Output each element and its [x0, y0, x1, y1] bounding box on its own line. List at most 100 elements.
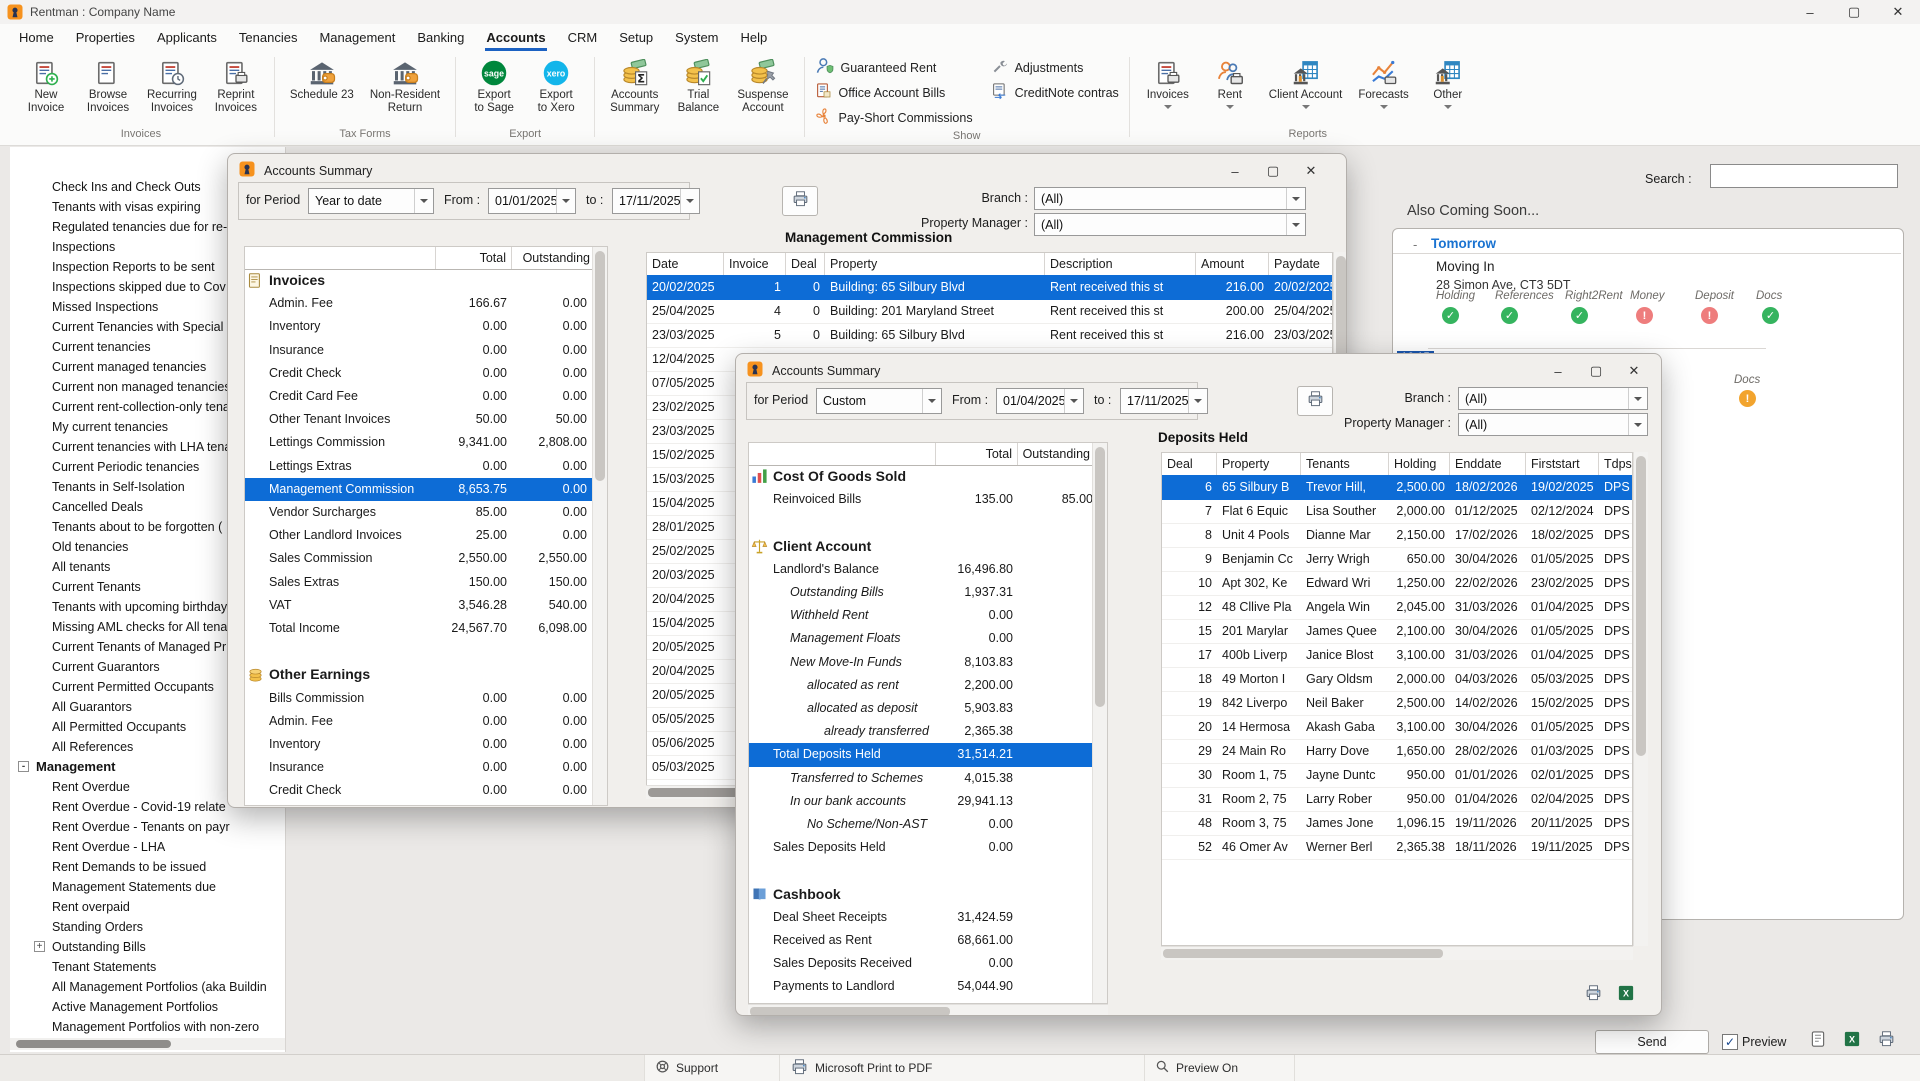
group-collapse-icon[interactable]: - [1413, 237, 1417, 252]
list-row[interactable]: Other Tenant Invoices50.0050.00 [245, 408, 593, 431]
ribbon-button-trial-balance[interactable]: Trial Balance [670, 55, 726, 128]
collapse-icon[interactable]: - [18, 761, 29, 772]
list-row[interactable]: Inventory0.000.00 [245, 733, 593, 756]
deposits-table-row[interactable]: 9Benjamin CcJerry Wrigh650.0030/04/20260… [1162, 547, 1632, 572]
sidebar-item-rent-demands-to-be-issued[interactable]: Rent Demands to be issued [10, 857, 285, 877]
back-list-vscrollbar[interactable] [592, 247, 607, 805]
deposits-table-row[interactable]: 665 Silbury BTrevor Hill,2,500.0018/02/2… [1162, 475, 1632, 500]
deposits-col-firststart[interactable]: Firststart [1526, 453, 1599, 475]
list-row[interactable]: Landlord's Balance16,496.80 [749, 558, 1093, 581]
list-row[interactable]: No Scheme/Non-AST0.00 [749, 813, 1093, 836]
list-section-row[interactable]: Invoices [245, 269, 593, 292]
deposits-vscrollbar[interactable] [1633, 452, 1648, 946]
list-section-row[interactable]: Cost Of Goods Sold [749, 465, 1093, 488]
ribbon-button-adjustments[interactable]: Adjustments [991, 57, 1119, 78]
list-row[interactable]: Outstanding Bills1,937.31 [749, 581, 1093, 604]
list-row[interactable]: Insurance0.000.00 [245, 339, 593, 362]
ribbon-button-client-account[interactable]: Client Account [1264, 55, 1348, 128]
deposits-col-holding[interactable]: Holding [1389, 453, 1450, 475]
front-close-button[interactable]: ✕ [1615, 358, 1653, 384]
ribbon-button-invoices[interactable]: Invoices [1140, 55, 1196, 128]
list-section-row[interactable]: Other Earnings [245, 663, 593, 686]
back-col-outstanding[interactable]: Outstanding [511, 247, 595, 269]
deposits-col-tenants[interactable]: Tenants [1301, 453, 1389, 475]
back-list-vscroll-thumb[interactable] [595, 251, 605, 481]
list-row[interactable]: Sales Commission2,550.002,550.00 [245, 547, 593, 570]
ribbon-button-reprint-invoices[interactable]: Reprint Invoices [208, 55, 264, 128]
ribbon-button-browse-invoices[interactable]: Browse Invoices [80, 55, 136, 128]
list-row[interactable]: New Move-In Funds8,103.83 [749, 651, 1093, 674]
mgmt-table-row[interactable]: 23/03/202550Building: 65 Silbury BlvdRen… [647, 323, 1332, 348]
front-list-vscroll-thumb[interactable] [1095, 447, 1105, 707]
list-row[interactable]: Bills Commission0.000.00 [245, 687, 593, 710]
list-row[interactable]: Lettings Commission9,341.002,808.00 [245, 431, 593, 454]
sidebar-item-management-statements-due[interactable]: Management Statements due [10, 877, 285, 897]
list-row[interactable]: Management Commission8,653.750.00 [245, 478, 593, 501]
mgmt-col-amount[interactable]: Amount [1196, 253, 1269, 275]
deposits-table-row[interactable]: 31Room 2, 75Larry Rober950.0001/04/20260… [1162, 787, 1632, 812]
back-to-date-input[interactable]: 17/11/2025 [612, 188, 700, 214]
notes-button[interactable] [1806, 1030, 1830, 1052]
app-maximize-button[interactable]: ▢ [1832, 0, 1876, 24]
front-list-hscrollbar[interactable] [748, 1004, 1108, 1016]
ribbon-button-other[interactable]: Other [1420, 55, 1476, 128]
list-row[interactable]: Sales Deposits Held0.00 [749, 836, 1093, 859]
menu-item-accounts[interactable]: Accounts [475, 26, 556, 49]
list-row[interactable]: Admin. Fee0.000.00 [245, 710, 593, 733]
status-preview-on[interactable]: Preview On [1145, 1055, 1295, 1081]
front-pm-select[interactable]: (All) [1458, 413, 1648, 436]
ribbon-button-rent[interactable]: Rent [1202, 55, 1258, 128]
list-section-row[interactable]: Cashbook [749, 883, 1093, 906]
deposits-table-row[interactable]: 48Room 3, 75James Jone1,096.1519/11/2026… [1162, 811, 1632, 836]
list-row[interactable]: allocated as deposit5,903.83 [749, 697, 1093, 720]
list-row[interactable]: Admin. Fee166.670.00 [245, 292, 593, 315]
deposits-table-row[interactable]: 30Room 1, 75Jayne Duntc950.0001/01/20260… [1162, 763, 1632, 788]
deposits-table-row[interactable]: 2924 Main RoHarry Dove1,650.0028/02/2026… [1162, 739, 1632, 764]
back-print-button[interactable] [782, 186, 818, 216]
app-close-button[interactable]: ✕ [1876, 0, 1920, 24]
back-maximize-button[interactable]: ▢ [1254, 158, 1292, 184]
list-row[interactable]: VAT3,546.28540.00 [245, 594, 593, 617]
deposits-hscroll-thumb[interactable] [1163, 949, 1443, 958]
mgmt-col-description[interactable]: Description [1045, 253, 1196, 275]
mgmt-col-property[interactable]: Property [825, 253, 1045, 275]
back-close-button[interactable]: ✕ [1292, 158, 1330, 184]
list-row[interactable]: Management Floats0.00 [749, 627, 1093, 650]
list-row[interactable]: Total Income24,567.706,098.00 [245, 617, 593, 640]
list-row[interactable]: Reinvoiced Bills135.0085.00 [749, 488, 1093, 511]
list-row[interactable]: Inventory0.000.00 [245, 315, 593, 338]
front-list-hscroll-thumb[interactable] [750, 1007, 950, 1016]
mgmt-table-row[interactable]: 20/02/202510Building: 65 Silbury BlvdRen… [647, 275, 1332, 300]
list-row[interactable]: already transferred2,365.38 [749, 720, 1093, 743]
deposits-table-row[interactable]: 8Unit 4 PoolsDianne Mar2,150.0017/02/202… [1162, 523, 1632, 548]
front-minimize-button[interactable]: – [1539, 358, 1577, 384]
deposits-table-row[interactable]: 10Apt 302, KeEdward Wri1,250.0022/02/202… [1162, 571, 1632, 596]
ribbon-button-new-invoice[interactable]: New Invoice [18, 55, 74, 128]
deposits-table-row[interactable]: 1849 Morton IGary Oldsm2,000.0004/03/202… [1162, 667, 1632, 692]
menu-item-help[interactable]: Help [730, 26, 779, 49]
ribbon-button-office-account-bills[interactable]: Office Account Bills [815, 82, 973, 103]
deposits-print-button[interactable] [1581, 984, 1605, 1006]
list-row[interactable]: Deal Sheet Receipts31,424.59 [749, 906, 1093, 929]
ribbon-button-schedule-23[interactable]: Schedule 23 [285, 55, 359, 128]
front-from-date-input[interactable]: 01/04/2025 [996, 388, 1084, 414]
search-input[interactable] [1710, 164, 1898, 188]
ribbon-button-guaranteed-rent[interactable]: Guaranteed Rent [815, 56, 973, 79]
preview-checkbox[interactable]: ✓ [1722, 1034, 1738, 1050]
menu-item-home[interactable]: Home [8, 26, 65, 49]
mgmt-col-deal[interactable]: Deal [786, 253, 825, 275]
event-type[interactable]: Moving In [1436, 259, 1495, 274]
list-row[interactable]: Withheld Rent0.00 [749, 604, 1093, 627]
front-col-outstanding[interactable]: Outstanding [1017, 443, 1095, 465]
expand-icon[interactable]: + [34, 941, 45, 952]
sidebar-item-all-management-portfolios-aka-buildin[interactable]: All Management Portfolios (aka Buildin [10, 977, 285, 997]
front-col-total[interactable]: Total [935, 443, 1017, 465]
list-row[interactable]: Insurance0.000.00 [245, 756, 593, 779]
status-printer[interactable]: Microsoft Print to PDF [780, 1055, 1145, 1081]
list-row[interactable]: Transferred to Schemes4,015.38 [749, 767, 1093, 790]
send-button[interactable]: Send [1595, 1030, 1709, 1054]
front-branch-select[interactable]: (All) [1458, 387, 1648, 410]
list-row[interactable]: Credit Card Fee0.000.00 [245, 803, 593, 806]
list-row[interactable]: Vendor Surcharges85.000.00 [245, 501, 593, 524]
back-period-select[interactable]: Year to date [308, 188, 434, 214]
